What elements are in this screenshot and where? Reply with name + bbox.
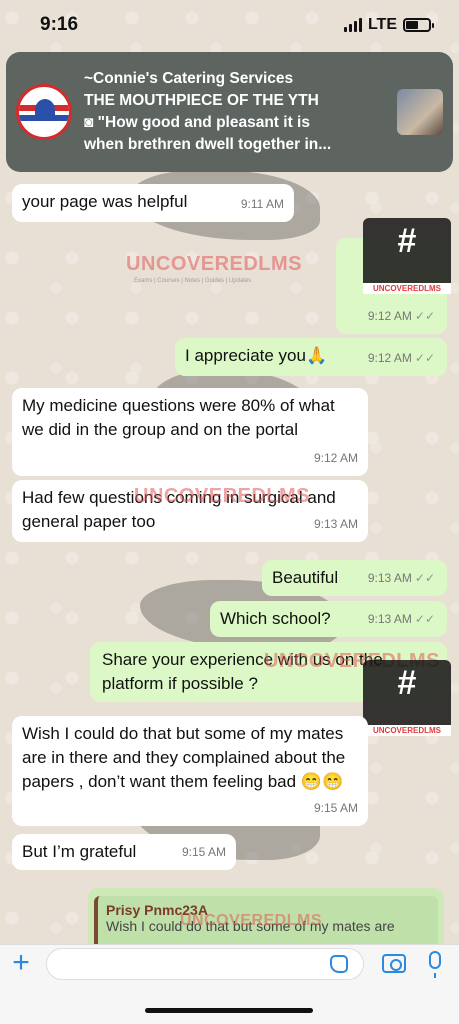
image-thumbnail <box>397 89 443 135</box>
message-bubble[interactable]: your page was helpful 9:11 AM <box>12 184 294 222</box>
hash-logo-icon: # <box>397 222 417 260</box>
message-bubble[interactable]: Beautiful 9:13 AM ✓✓ <box>262 560 447 596</box>
message-text: your page was helpful <box>22 192 188 211</box>
watermark-logo: # UNCOVEREDLMS <box>363 660 451 736</box>
notification-banner[interactable]: ~Connie's Catering Services THE MOUTHPIE… <box>6 52 453 172</box>
read-ticks-icon: ✓✓ <box>414 612 435 626</box>
group-avatar <box>16 84 72 140</box>
plus-icon[interactable]: + <box>8 948 34 978</box>
watermark-brand: UNCOVEREDLMS <box>126 253 303 275</box>
message-bubble[interactable]: Which school? 9:13 AM ✓✓ <box>210 601 447 637</box>
camera-icon: ◙ <box>84 114 98 131</box>
read-ticks-icon: ✓✓ <box>414 571 435 585</box>
message-time: 9:15 AM <box>313 801 358 815</box>
message-bubble[interactable]: I appreciate you🙏 9:12 AM ✓✓ <box>175 338 447 376</box>
notification-text: ~Connie's Catering Services THE MOUTHPIE… <box>72 68 397 156</box>
read-ticks-icon: ✓✓ <box>414 351 435 365</box>
message-time: 9:13 AM ✓✓ <box>367 612 435 626</box>
home-indicator[interactable] <box>145 1008 313 1013</box>
status-indicators: LTE <box>343 16 434 34</box>
message-time: 9:13 AM ✓✓ <box>367 571 435 585</box>
notification-preview-line2: when brethren dwell together in... <box>84 136 332 153</box>
message-bubble[interactable]: My medicine questions were 80% of what w… <box>12 388 368 476</box>
message-bubble[interactable]: But I’m grateful 9:15 AM <box>12 834 236 870</box>
sticker-icon[interactable] <box>330 955 348 973</box>
notification-group: THE MOUTHPIECE OF THE YTH <box>84 92 319 109</box>
message-time: 9:13 AM <box>313 517 358 531</box>
message-text: But I’m grateful <box>22 842 137 861</box>
hash-logo-icon: # <box>397 664 417 702</box>
message-text: I appreciate you🙏 <box>185 346 328 365</box>
mic-icon[interactable] <box>429 951 441 978</box>
message-text: Wish I could do that but some of my mate… <box>22 724 346 791</box>
message-bubble[interactable]: Wish I could do that but some of my mate… <box>12 716 368 826</box>
read-ticks-icon: ✓✓ <box>414 309 435 323</box>
clock: 9:16 <box>40 14 79 35</box>
status-bar: 9:16 LTE <box>0 0 459 50</box>
message-text: Beautiful <box>272 568 339 587</box>
camera-icon[interactable] <box>382 954 406 973</box>
message-time: 9:12 AM <box>313 451 358 465</box>
signal-icon <box>343 18 362 32</box>
message-time: 9:15 AM <box>181 845 226 859</box>
network-label: LTE <box>367 16 397 33</box>
watermark-brand: UNCOVEREDLMS <box>134 485 311 507</box>
watermark-tagline: Exams | Courses | Notes | Guides | Updat… <box>134 278 252 284</box>
watermark-brand: UNCOVEREDLMS <box>180 912 323 929</box>
notification-sender: ~Connie's Catering Services <box>84 70 294 87</box>
message-time: 9:11 AM <box>240 197 284 211</box>
notification-preview-line1: ◙ "How good and pleasant it is <box>84 114 310 131</box>
elephant-icon <box>35 99 55 121</box>
message-time: 9:12 AM ✓✓ <box>367 351 435 365</box>
battery-icon <box>403 18 434 32</box>
message-text: Which school? <box>220 609 331 628</box>
message-text: My medicine questions were 80% of what w… <box>22 396 335 439</box>
message-time: 9:12 AM ✓✓ <box>367 309 435 323</box>
watermark-logo: # UNCOVEREDLMS <box>363 218 451 294</box>
message-input[interactable] <box>46 948 364 980</box>
